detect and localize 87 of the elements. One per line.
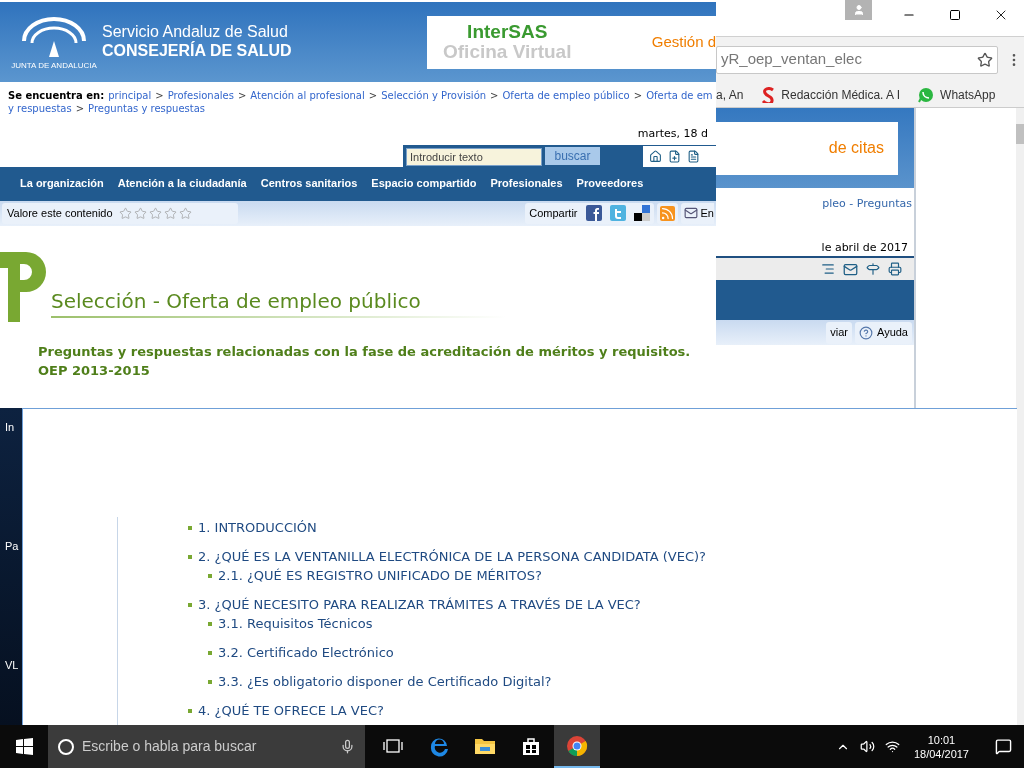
f-square-icon[interactable] (585, 205, 602, 221)
breadcrumb-label: Se encuentra en: (8, 89, 105, 102)
home-icon[interactable] (649, 149, 662, 163)
breadcrumb-link[interactable]: Profesionales (167, 89, 234, 102)
s-logo-icon (761, 86, 776, 103)
org-name: Servicio Andaluz de Salud (102, 23, 289, 41)
bookmark[interactable]: WhatsApp (940, 85, 996, 104)
breadcrumb-separator: > (633, 89, 643, 102)
rating-stars[interactable] (118, 206, 192, 220)
task-view-icon (383, 737, 403, 754)
taskbar-app[interactable] (554, 725, 600, 768)
page-subtitle: Preguntas y respuestas relacionadas con la fase de acreditación de méritos y requisitos. OEP 2013-2015 (37, 342, 692, 380)
person-icon (852, 4, 865, 16)
star-icon (133, 206, 147, 220)
toc-link[interactable]: 3.2. Certificado Electrónico (218, 645, 394, 660)
wifi-icon[interactable] (884, 739, 900, 754)
store-bag-icon (521, 735, 541, 756)
help-icon (859, 325, 873, 340)
signpost-icon[interactable] (866, 262, 880, 276)
breadcrumb-separator: > (75, 102, 85, 115)
scrollbar[interactable] (1016, 108, 1024, 725)
logo-caption: JUNTA DE ANDALUCIA (11, 61, 97, 71)
address-text: yR_oep_ventan_elec (721, 49, 862, 70)
notification-icon[interactable] (995, 738, 1012, 755)
chrome-icon (566, 734, 588, 757)
page-icon[interactable] (687, 149, 700, 163)
search-field[interactable]: Introducir texto (406, 147, 542, 166)
toolbar-button[interactable]: Ayuda (855, 321, 912, 344)
chat-bubble-icon (918, 86, 935, 103)
toc-link[interactable]: 1. INTRODUCCIÓN (198, 520, 317, 535)
banner-text: de citas (828, 138, 884, 158)
send-button[interactable]: En (680, 202, 714, 224)
toc-link[interactable]: 2.1. ¿QUÉ ES REGISTRO UNIFICADO DE MÉRITOS? (218, 568, 542, 583)
squares-icon[interactable] (633, 205, 650, 221)
breadcrumb-separator: > (155, 89, 164, 102)
breadcrumb-link[interactable]: principal (108, 89, 152, 102)
nav-item[interactable]: Profesionales (490, 175, 563, 192)
star-icon (118, 206, 132, 220)
maximize-icon (949, 9, 961, 21)
nav-item[interactable]: Centros sanitarios (260, 175, 358, 192)
department-name: CONSEJERÍA DE SALUD (102, 41, 292, 61)
print-icon[interactable] (888, 262, 902, 276)
mail-icon (683, 206, 698, 220)
breadcrumb-link[interactable]: Atención al profesional (250, 89, 365, 102)
list-icon[interactable] (821, 262, 835, 276)
windows-logo-icon (15, 738, 33, 755)
banner-text: Gestión d (651, 31, 716, 52)
toolbar-button[interactable]: viar (826, 321, 852, 344)
rating-label: Valore este contenido (7, 205, 113, 221)
breadcrumb-link[interactable]: pleo - Preguntas (716, 196, 914, 213)
date-text: martes, 18 d (637, 126, 708, 142)
add-page-icon[interactable] (668, 149, 681, 163)
share-label: Compartir (529, 205, 578, 221)
desktop-icon-label[interactable]: Pa (5, 541, 19, 552)
banner-title: InterSAS (467, 22, 548, 42)
clock[interactable]: 10:01 18/04/2017 (909, 732, 973, 761)
bookmark[interactable]: Redacción Médica. A I (781, 85, 901, 104)
bookmark[interactable]: a, An (716, 85, 744, 104)
nav-item[interactable]: La organización (20, 175, 104, 192)
toc-link[interactable]: 3.3. ¿Es obligatorio disponer de Certificado Digital? (218, 674, 552, 689)
breadcrumb-link[interactable]: Oferta de em (646, 89, 713, 102)
desktop-icon-label[interactable]: In (5, 422, 15, 433)
breadcrumb-separator: > (237, 89, 247, 102)
page-title: Selección - Oferta de empleo público (51, 287, 422, 315)
star-icon (148, 206, 162, 220)
nav-item[interactable]: Proveedores (576, 175, 644, 192)
toc-link[interactable]: 3. ¿QUÉ NECESITO PARA REALIZAR TRÁMITES A TRAVÉS DE LA VEC? (198, 597, 641, 612)
address-bar[interactable]: yR_oep_ventan_elec (716, 45, 998, 74)
breadcrumb-separator: > (490, 89, 499, 102)
toc-link[interactable]: 3.1. Requisitos Técnicos (218, 616, 373, 631)
bookmark-star-icon[interactable] (977, 51, 993, 68)
nav-item[interactable]: Espacio compartido (371, 175, 477, 192)
breadcrumb-link[interactable]: y respuestas (8, 102, 72, 115)
mic-icon[interactable] (340, 739, 355, 754)
speaker-icon[interactable] (859, 739, 875, 754)
breadcrumb-link[interactable]: Oferta de empleo público (502, 89, 630, 102)
nav-item[interactable]: Atención a la ciudadanía (117, 175, 247, 192)
toc-link[interactable]: 2. ¿QUÉ ES LA VENTANILLA ELECTRÓNICA DE LA PERSONA CANDIDATA (VEC)? (198, 549, 706, 564)
star-icon (178, 206, 192, 220)
toc-link[interactable]: 4. ¿QUÉ TE OFRECE LA VEC? (198, 703, 384, 718)
desktop-icon-label[interactable]: VL (5, 660, 19, 671)
breadcrumb-link[interactable]: Selección y Provisión (381, 89, 487, 102)
breadcrumb-link[interactable]: Preguntas y respuestas (88, 102, 206, 115)
star-icon (163, 206, 177, 220)
taskbar-search-field[interactable]: Escribe o habla para buscar (48, 725, 365, 768)
mail-icon[interactable] (843, 261, 858, 277)
breadcrumb-separator: > (368, 89, 378, 102)
